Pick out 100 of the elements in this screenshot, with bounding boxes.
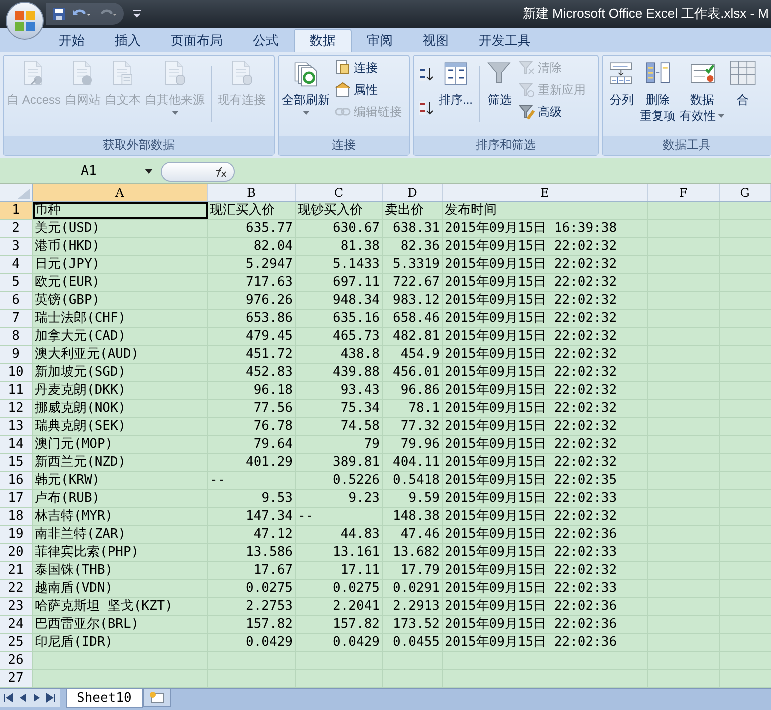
row-header[interactable]: 18 (0, 508, 33, 525)
ribbon-button[interactable]: 高级 (517, 102, 588, 122)
ribbon-button[interactable]: 筛选 (485, 58, 516, 108)
sheet-nav-button[interactable] (46, 693, 56, 703)
table-cell: 81.38 (296, 238, 383, 255)
dropdown-caret-icon (145, 169, 153, 174)
table-cell: 英镑(GBP) (33, 292, 208, 309)
table-cell: 0.0291 (383, 580, 443, 597)
row-header[interactable]: 11 (0, 382, 33, 399)
new-sheet-icon (148, 691, 165, 704)
sheet-nav-button[interactable] (4, 693, 14, 703)
table-cell: 976.26 (208, 292, 296, 309)
row-header[interactable]: 9 (0, 346, 33, 363)
group-label: 排序和筛选 (414, 136, 598, 155)
column-header[interactable]: A (33, 184, 208, 201)
row-header[interactable]: 16 (0, 472, 33, 489)
table-cell: 欧元(EUR) (33, 274, 208, 291)
ribbon-tab[interactable]: 开发工具 (464, 29, 546, 52)
table-cell: 挪威克朗(NOK) (33, 400, 208, 417)
sheet-tab[interactable]: Sheet10 (66, 689, 143, 708)
table-cell: 17.67 (208, 562, 296, 579)
sort-descending-icon (418, 100, 434, 116)
group-label: 连接 (279, 136, 409, 155)
sheet-nav-button[interactable] (18, 693, 28, 703)
table-cell: -- (296, 508, 383, 525)
row-header[interactable]: 14 (0, 436, 33, 453)
table-cell: 479.45 (208, 328, 296, 345)
table-cell: 2015年09月15日 22:02:32 (443, 400, 648, 417)
table-cell: 2015年09月15日 22:02:32 (443, 256, 648, 273)
row-header[interactable]: 7 (0, 310, 33, 327)
row-header[interactable]: 8 (0, 328, 33, 345)
ribbon-button[interactable]: 排序... (438, 58, 474, 108)
row-header[interactable]: 24 (0, 616, 33, 633)
table-cell: 印尼盾(IDR) (33, 634, 208, 651)
table-cell: 635.77 (208, 220, 296, 237)
row-header[interactable]: 25 (0, 634, 33, 651)
row-header[interactable]: 22 (0, 580, 33, 597)
row-header[interactable]: 12 (0, 400, 33, 417)
table-cell: 2015年09月15日 22:02:32 (443, 436, 648, 453)
ribbon-button[interactable]: 数据 有效性 (679, 58, 726, 124)
row-header[interactable]: 17 (0, 490, 33, 507)
table-cell: 147.34 (208, 508, 296, 525)
table-cell: 2015年09月15日 22:02:36 (443, 634, 648, 651)
table-cell: 2015年09月15日 22:02:33 (443, 490, 648, 507)
row-header[interactable]: 1 (0, 202, 33, 219)
ribbon-tab[interactable]: 视图 (408, 29, 464, 52)
row-header[interactable]: 5 (0, 274, 33, 291)
row-header[interactable]: 20 (0, 544, 33, 561)
table-cell: 82.04 (208, 238, 296, 255)
table-cell: 现汇买入价 (208, 202, 296, 219)
ribbon-tab[interactable]: 公式 (238, 29, 294, 52)
last-sheet-icon (46, 693, 56, 703)
table-cell: 澳门元(MOP) (33, 436, 208, 453)
row-header[interactable]: 19 (0, 526, 33, 543)
table-cell: 2015年09月15日 22:02:35 (443, 472, 648, 489)
ribbon-button[interactable] (416, 98, 436, 118)
table-cell: 2015年09月15日 22:02:32 (443, 454, 648, 471)
table-cell: 0.0429 (296, 634, 383, 651)
table-cell: 983.12 (383, 292, 443, 309)
table-cell: 75.34 (296, 400, 383, 417)
ribbon-button[interactable]: 属性 (333, 80, 404, 100)
row-header[interactable]: 21 (0, 562, 33, 579)
ribbon-tab[interactable]: 审阅 (352, 29, 408, 52)
table-cell: 越南盾(VDN) (33, 580, 208, 597)
ribbon-tab[interactable]: 插入 (100, 29, 156, 52)
table-cell: 瑞典克朗(SEK) (33, 418, 208, 435)
ribbon-tab[interactable]: 开始 (44, 29, 100, 52)
table-cell: 发布时间 (443, 202, 648, 219)
insert-sheet-button[interactable] (142, 689, 171, 707)
table-cell: 卢布(RUB) (33, 490, 208, 507)
row-header[interactable]: 23 (0, 598, 33, 615)
ribbon-button[interactable]: 合 (728, 58, 758, 108)
row-header[interactable]: 13 (0, 418, 33, 435)
row-header[interactable]: 2 (0, 220, 33, 237)
sheet-nav-button[interactable] (32, 693, 42, 703)
office-button[interactable] (6, 2, 44, 40)
table-cell: 9.59 (383, 490, 443, 507)
table-cell: 13.682 (383, 544, 443, 561)
table-cell: 9.53 (208, 490, 296, 507)
table-cell: 2015年09月15日 22:02:36 (443, 616, 648, 633)
ribbon-button[interactable]: 连接 (333, 58, 404, 78)
table-cell: 2015年09月15日 22:02:32 (443, 382, 648, 399)
row-header[interactable]: 10 (0, 364, 33, 381)
row-header[interactable]: 26 (0, 652, 33, 669)
ribbon-button[interactable]: 分列 (607, 58, 637, 108)
row-header[interactable]: 27 (0, 670, 33, 687)
row-header[interactable]: 4 (0, 256, 33, 273)
row-header[interactable]: 6 (0, 292, 33, 309)
table-cell: 5.3319 (383, 256, 443, 273)
ribbon-tab[interactable]: 页面布局 (156, 29, 238, 52)
table-cell: 现钞买入价 (296, 202, 383, 219)
table-cell: 0.0275 (296, 580, 383, 597)
table-cell: 2015年09月15日 22:02:36 (443, 526, 648, 543)
ribbon-tab[interactable]: 数据 (294, 29, 352, 52)
row-header[interactable]: 15 (0, 454, 33, 471)
ribbon-button[interactable]: 删除 重复项 (639, 58, 677, 124)
table-cell: 630.67 (296, 220, 383, 237)
ribbon-button[interactable]: 全部刷新 (281, 58, 331, 115)
table-cell: 2015年09月15日 22:02:32 (443, 274, 648, 291)
row-header[interactable]: 3 (0, 238, 33, 255)
